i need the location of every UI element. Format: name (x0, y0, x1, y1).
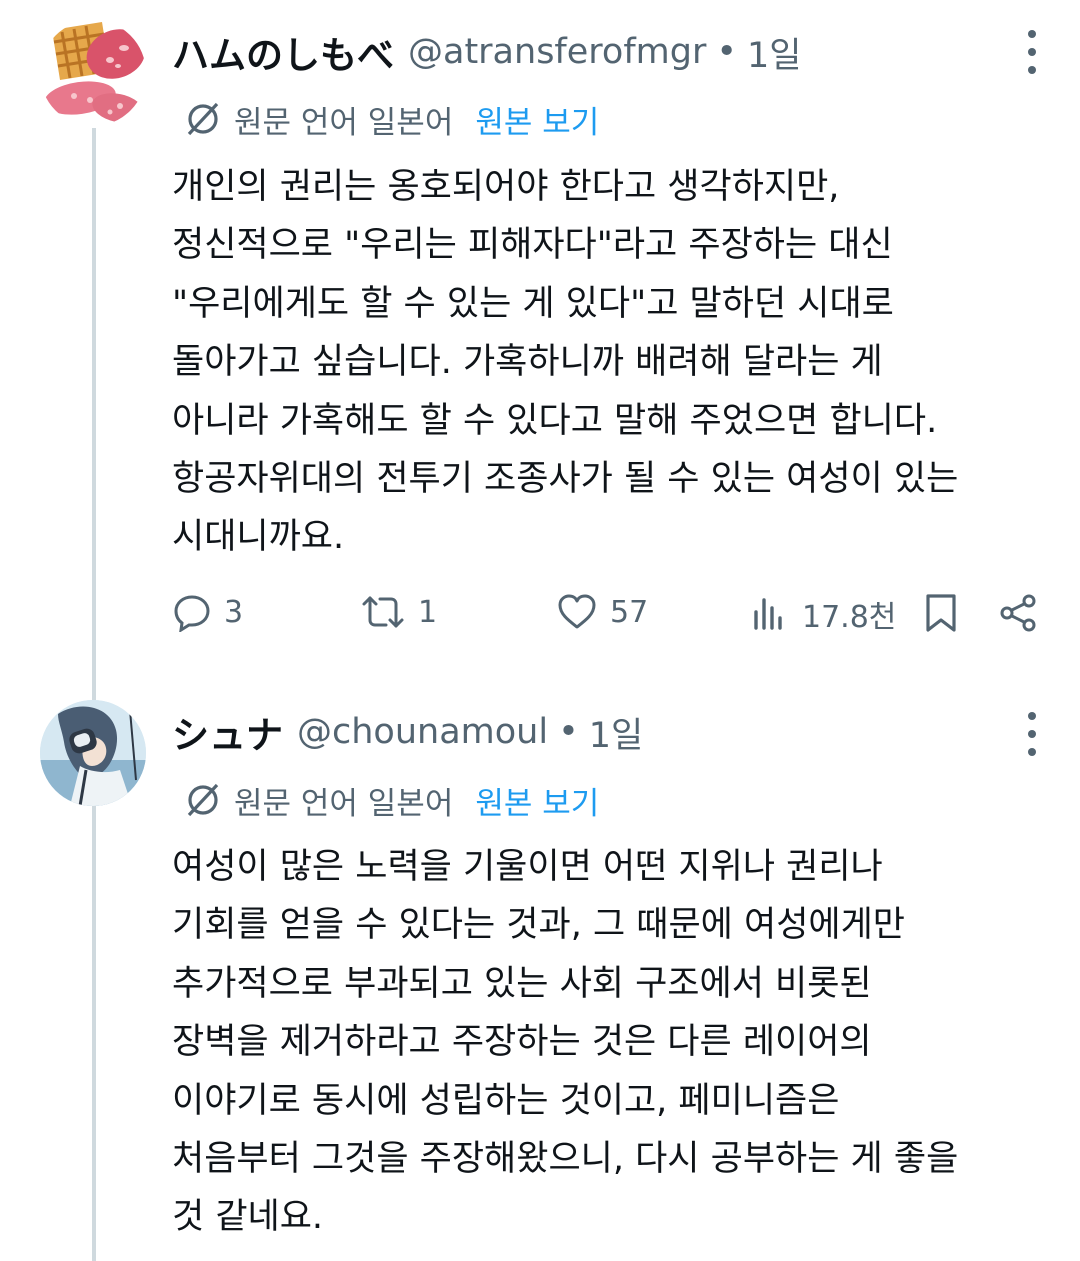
post-text: 개인의 권리는 옹호되어야 한다고 생각하지만, 정신적으로 "우리는 피해자다… (172, 158, 1052, 567)
heart-icon (558, 594, 596, 629)
show-original-link[interactable]: 원본 보기 (475, 778, 599, 823)
repost-count: 1 (418, 594, 438, 630)
post-time[interactable]: 1일 (747, 27, 801, 78)
post-text-line: 이야기로 동시에 성립하는 것이고, 페미니즘은 (172, 1080, 840, 1121)
post-text-line: 장벽을 제거하라고 주장하는 것은 다른 레이어의 (172, 1022, 872, 1063)
post-text-line: 여성이 많은 노력을 기울이면 어떤 지위나 권리나 (172, 847, 883, 887)
show-original-link[interactable]: 원본 보기 (475, 97, 599, 142)
post-header: シュナ @chounamoul • 1일 (172, 702, 643, 762)
translation-note: 원문 언어 일본어 (234, 104, 454, 141)
post-text: 여성이 많은 노력을 기울이면 어떤 지위나 권리나 기회를 얻을 수 있다는 … (172, 838, 1052, 1247)
views-icon (754, 598, 782, 630)
action-bar: 3 1 57 17.8천 (0, 582, 1080, 642)
avatar[interactable] (40, 20, 146, 126)
user-handle[interactable]: @chounamoul (297, 712, 548, 752)
post-text-line: "우리에게도 할 수 있는 게 있다"고 말하던 시대로 (172, 283, 894, 324)
post-text-line: 돌아가고 싶습니다. 가혹하니까 배려해 달라는 게 (172, 342, 883, 383)
display-name[interactable]: ハムのしもべ (172, 25, 394, 79)
separator-dot: • (716, 32, 737, 72)
translate-icon (187, 102, 219, 136)
more-vertical-icon[interactable] (1024, 30, 1040, 74)
anime-avatar-image (40, 700, 146, 806)
reply-count: 3 (224, 594, 244, 630)
like-button[interactable]: 57 (556, 592, 648, 632)
share-button[interactable] (998, 592, 1040, 634)
translate-icon (187, 783, 219, 817)
display-name[interactable]: シュナ (172, 705, 283, 759)
user-handle[interactable]: @atransferofmgr (408, 32, 706, 72)
post-header: ハムのしもべ @atransferofmgr • 1일 (172, 22, 801, 82)
translation-note: 원문 언어 일본어 (234, 785, 454, 822)
more-vertical-icon[interactable] (1024, 712, 1040, 756)
post-text-line: 것 같네요. (172, 1197, 324, 1238)
post-text-line: 아니라 가혹해도 할 수 있다고 말해 주었으면 합니다. (172, 400, 938, 441)
views-button[interactable]: 17.8천 (750, 592, 896, 636)
post-text-line: 시대니까요. (172, 517, 345, 558)
share-icon (1000, 594, 1036, 632)
post-text-line: 처음부터 그것을 주장해왔으니, 다시 공부하는 게 좋을 (172, 1139, 959, 1180)
reply-icon (174, 595, 210, 632)
avatar[interactable] (40, 700, 146, 806)
reply-button[interactable]: 3 (172, 592, 243, 632)
post-text-line: 기회를 얻을 수 있다는 것과, 그 때문에 여성에게만 (172, 905, 906, 946)
ham-avatar-image (40, 20, 146, 126)
separator-dot: • (558, 712, 579, 752)
repost-icon (362, 596, 404, 628)
post-text-line: 정신적으로 "우리는 피해자다"라고 주장하는 대신 (172, 225, 893, 266)
bookmark-icon (926, 594, 956, 632)
post-time[interactable]: 1일 (589, 707, 643, 758)
views-count: 17.8천 (802, 600, 897, 635)
post-text-line: 개인의 권리는 옹호되어야 한다고 생각하지만, (172, 167, 840, 207)
thread-connector-line (92, 128, 96, 1261)
translation-bar: 원문 언어 일본어 원본 보기 (184, 775, 599, 825)
like-count: 57 (610, 594, 649, 630)
post-text-line: 항공자위대의 전투기 조종사가 될 수 있는 여성이 있는 (172, 459, 959, 500)
translation-bar: 원문 언어 일본어 원본 보기 (184, 94, 599, 144)
repost-button[interactable]: 1 (360, 592, 437, 632)
post-text-line: 추가적으로 부과되고 있는 사회 구조에서 비롯된 (172, 963, 872, 1004)
bookmark-button[interactable] (922, 592, 960, 634)
